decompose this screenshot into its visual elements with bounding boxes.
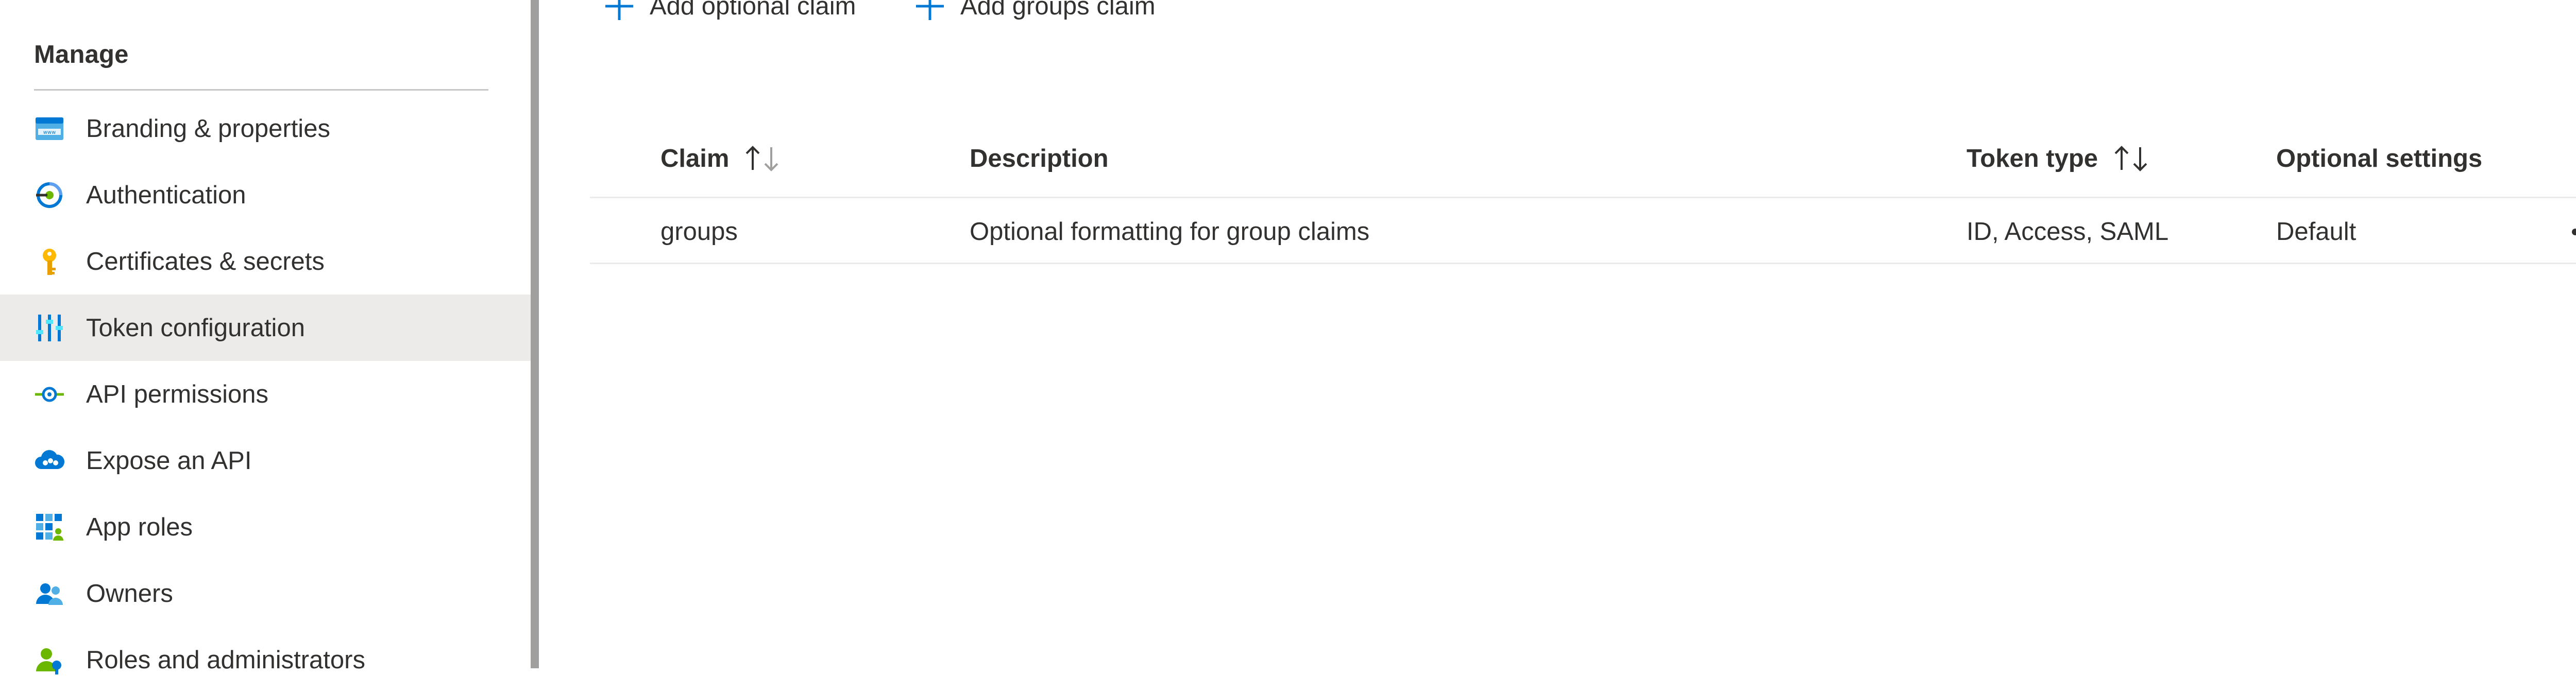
cell-description: Optional formatting for group claims: [970, 218, 1370, 246]
column-header-description: Description: [970, 140, 1109, 177]
sidebar-item-authentication[interactable]: Authentication: [0, 162, 531, 228]
row-divider: [590, 263, 2576, 264]
column-header-claim[interactable]: Claim: [660, 140, 783, 177]
sidebar-item-token-configuration[interactable]: Token configuration: [0, 294, 531, 361]
sidebar-item-label: Branding & properties: [86, 114, 330, 143]
sidebar-divider: [34, 89, 488, 91]
api-permissions-icon: [34, 379, 65, 410]
plus-icon: [916, 0, 944, 20]
owners-icon: [34, 578, 65, 609]
svg-text:www: www: [43, 130, 56, 135]
sidebar: Manage www Branding & properties Authent…: [0, 0, 531, 674]
sidebar-item-label: Roles and administrators: [86, 646, 365, 674]
column-header-label: Claim: [660, 145, 730, 172]
sidebar-item-api-permissions[interactable]: API permissions: [0, 361, 531, 427]
sidebar-item-expose-api[interactable]: Expose an API: [0, 427, 531, 494]
cell-token-type: ID, Access, SAML: [1967, 218, 2169, 246]
sidebar-item-label: Certificates & secrets: [86, 247, 325, 275]
sidebar-item-roles-administrators[interactable]: Roles and administrators: [0, 627, 531, 693]
sidebar-item-label: App roles: [86, 513, 193, 541]
key-icon: [34, 246, 65, 277]
add-optional-claim-label: Add optional claim: [650, 0, 856, 20]
add-groups-claim-label: Add groups claim: [960, 0, 1156, 20]
sidebar-item-label: API permissions: [86, 380, 269, 408]
cloud-api-icon: [34, 445, 65, 476]
more-actions-icon[interactable]: [2572, 216, 2576, 247]
authentication-icon: [34, 180, 65, 211]
cell-claim: groups: [660, 218, 738, 246]
column-header-label: Description: [970, 145, 1109, 172]
sidebar-item-label: Authentication: [86, 181, 246, 209]
sidebar-section-title: Manage: [34, 41, 129, 68]
sidebar-item-owners[interactable]: Owners: [0, 560, 531, 627]
sidebar-item-label: Token configuration: [86, 314, 305, 342]
add-groups-claim-button[interactable]: Add groups claim: [914, 0, 1156, 27]
header-divider: [590, 197, 2576, 198]
sidebar-item-branding[interactable]: www Branding & properties: [0, 95, 531, 162]
main-content: Add optional claim Add groups claim Clai…: [539, 0, 2576, 668]
branding-icon: www: [34, 113, 65, 144]
app-roles-icon: [34, 512, 65, 543]
token-configuration-icon: [34, 313, 65, 343]
column-header-token-type[interactable]: Token type: [1967, 140, 2151, 177]
roles-admin-icon: [34, 645, 65, 675]
sidebar-item-certificates[interactable]: Certificates & secrets: [0, 228, 531, 294]
column-header-label: Optional settings: [2276, 145, 2483, 172]
sidebar-item-label: Owners: [86, 579, 173, 608]
sidebar-item-label: Expose an API: [86, 446, 252, 475]
sidebar-item-app-roles[interactable]: App roles: [0, 494, 531, 560]
sort-icon: [743, 144, 783, 173]
sort-icon: [2112, 144, 2151, 173]
sidebar-resize-handle[interactable]: [531, 0, 539, 668]
plus-icon: [605, 0, 633, 20]
column-header-label: Token type: [1967, 145, 2098, 172]
cell-optional-settings: Default: [2276, 218, 2357, 246]
column-header-optional-settings: Optional settings: [2276, 140, 2482, 177]
add-optional-claim-button[interactable]: Add optional claim: [603, 0, 856, 27]
